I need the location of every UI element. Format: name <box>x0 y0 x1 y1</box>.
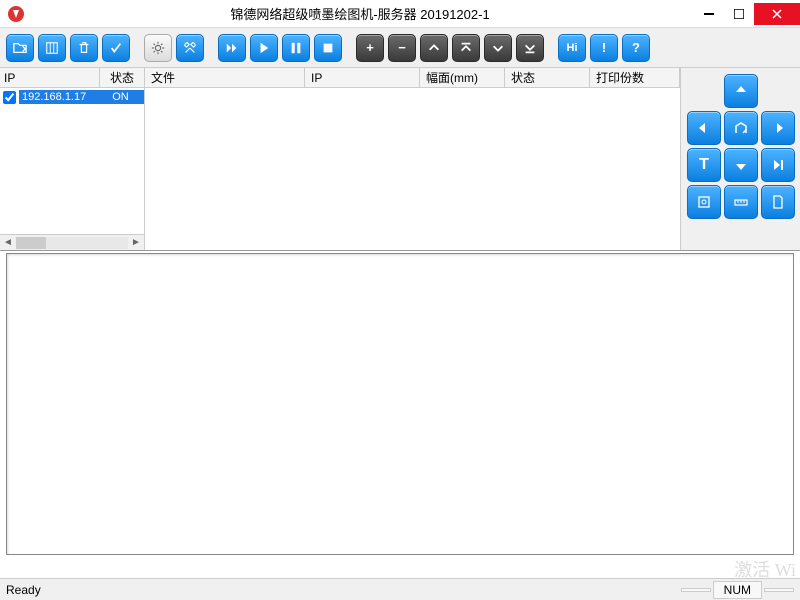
ip-cell: 192.168.1.17 <box>19 90 97 104</box>
dpad-empty <box>687 74 721 108</box>
dpad-up-button[interactable] <box>724 74 758 108</box>
col-header-ip2[interactable]: IP <box>305 68 420 87</box>
ip-list-panel: IP 状态 192.168.1.17 ON ◄ ► <box>0 68 145 250</box>
status-seg-empty1 <box>681 588 711 592</box>
fast-forward-button[interactable] <box>218 34 246 62</box>
main-toolbar: + − Hi ! ? <box>0 28 800 68</box>
status-bar: Ready NUM <box>0 578 800 600</box>
col-header-ip[interactable]: IP <box>0 68 100 87</box>
status-seg-empty2 <box>764 588 794 592</box>
status-cell: ON <box>97 90 144 104</box>
col-header-width[interactable]: 幅面(mm) <box>420 68 505 87</box>
stop-button[interactable] <box>314 34 342 62</box>
scroll-right-icon[interactable]: ► <box>128 237 144 248</box>
pause-button[interactable] <box>282 34 310 62</box>
minimize-button[interactable] <box>694 3 724 25</box>
move-top-button[interactable] <box>452 34 480 62</box>
job-table-header: 文件 IP 幅面(mm) 状态 打印份数 <box>145 68 680 88</box>
ip-list-hscroll[interactable]: ◄ ► <box>0 234 144 250</box>
dpad-ruler-button[interactable] <box>724 185 758 219</box>
open-file-button[interactable] <box>6 34 34 62</box>
job-table-body <box>145 88 680 250</box>
tools-button[interactable] <box>176 34 204 62</box>
grid-button[interactable] <box>38 34 66 62</box>
ip-list-header: IP 状态 <box>0 68 144 88</box>
window-title: 锦德网络超级喷墨绘图机-服务器 20191202-1 <box>26 4 694 23</box>
move-bottom-button[interactable] <box>516 34 544 62</box>
app-logo-icon <box>6 4 26 24</box>
status-ready: Ready <box>6 583 679 597</box>
ip-row-checkbox[interactable] <box>3 91 16 104</box>
delete-button[interactable] <box>70 34 98 62</box>
hi-button[interactable]: Hi <box>558 34 586 62</box>
job-table-panel: 文件 IP 幅面(mm) 状态 打印份数 <box>145 68 680 250</box>
status-num: NUM <box>713 581 762 599</box>
ip-list-body: 192.168.1.17 ON <box>0 88 144 234</box>
col-header-copies[interactable]: 打印份数 <box>590 68 680 87</box>
scroll-left-icon[interactable]: ◄ <box>0 237 16 248</box>
dpad-page-button[interactable] <box>761 185 795 219</box>
ip-row[interactable]: 192.168.1.17 ON <box>0 88 144 106</box>
move-down-button[interactable] <box>484 34 512 62</box>
zoom-out-button[interactable]: − <box>388 34 416 62</box>
dpad-down-button[interactable] <box>724 148 758 182</box>
dpad-target-button[interactable] <box>687 185 721 219</box>
dpad-next-button[interactable] <box>761 148 795 182</box>
maximize-button[interactable] <box>724 3 754 25</box>
scroll-thumb[interactable] <box>16 237 46 249</box>
direction-pad-panel: T <box>680 68 800 250</box>
move-up-button[interactable] <box>420 34 448 62</box>
window-controls <box>694 3 800 25</box>
zoom-in-button[interactable]: + <box>356 34 384 62</box>
log-output-panel[interactable] <box>6 253 794 555</box>
scroll-track[interactable] <box>16 237 128 249</box>
close-button[interactable] <box>754 3 800 25</box>
title-bar: 锦德网络超级喷墨绘图机-服务器 20191202-1 <box>0 0 800 28</box>
dpad-home-button[interactable] <box>724 111 758 145</box>
col-header-status2[interactable]: 状态 <box>505 68 590 87</box>
check-button[interactable] <box>102 34 130 62</box>
middle-panels: IP 状态 192.168.1.17 ON ◄ ► 文件 IP 幅面(mm) 状… <box>0 68 800 251</box>
help-button[interactable]: ? <box>622 34 650 62</box>
dpad-left-button[interactable] <box>687 111 721 145</box>
play-button[interactable] <box>250 34 278 62</box>
dpad-t-button[interactable]: T <box>687 148 721 182</box>
col-header-file[interactable]: 文件 <box>145 68 305 87</box>
info-button[interactable]: ! <box>590 34 618 62</box>
dpad-right-button[interactable] <box>761 111 795 145</box>
dpad-empty <box>761 74 795 108</box>
settings-button[interactable] <box>144 34 172 62</box>
direction-pad: T <box>687 74 794 219</box>
col-header-status[interactable]: 状态 <box>100 68 144 87</box>
